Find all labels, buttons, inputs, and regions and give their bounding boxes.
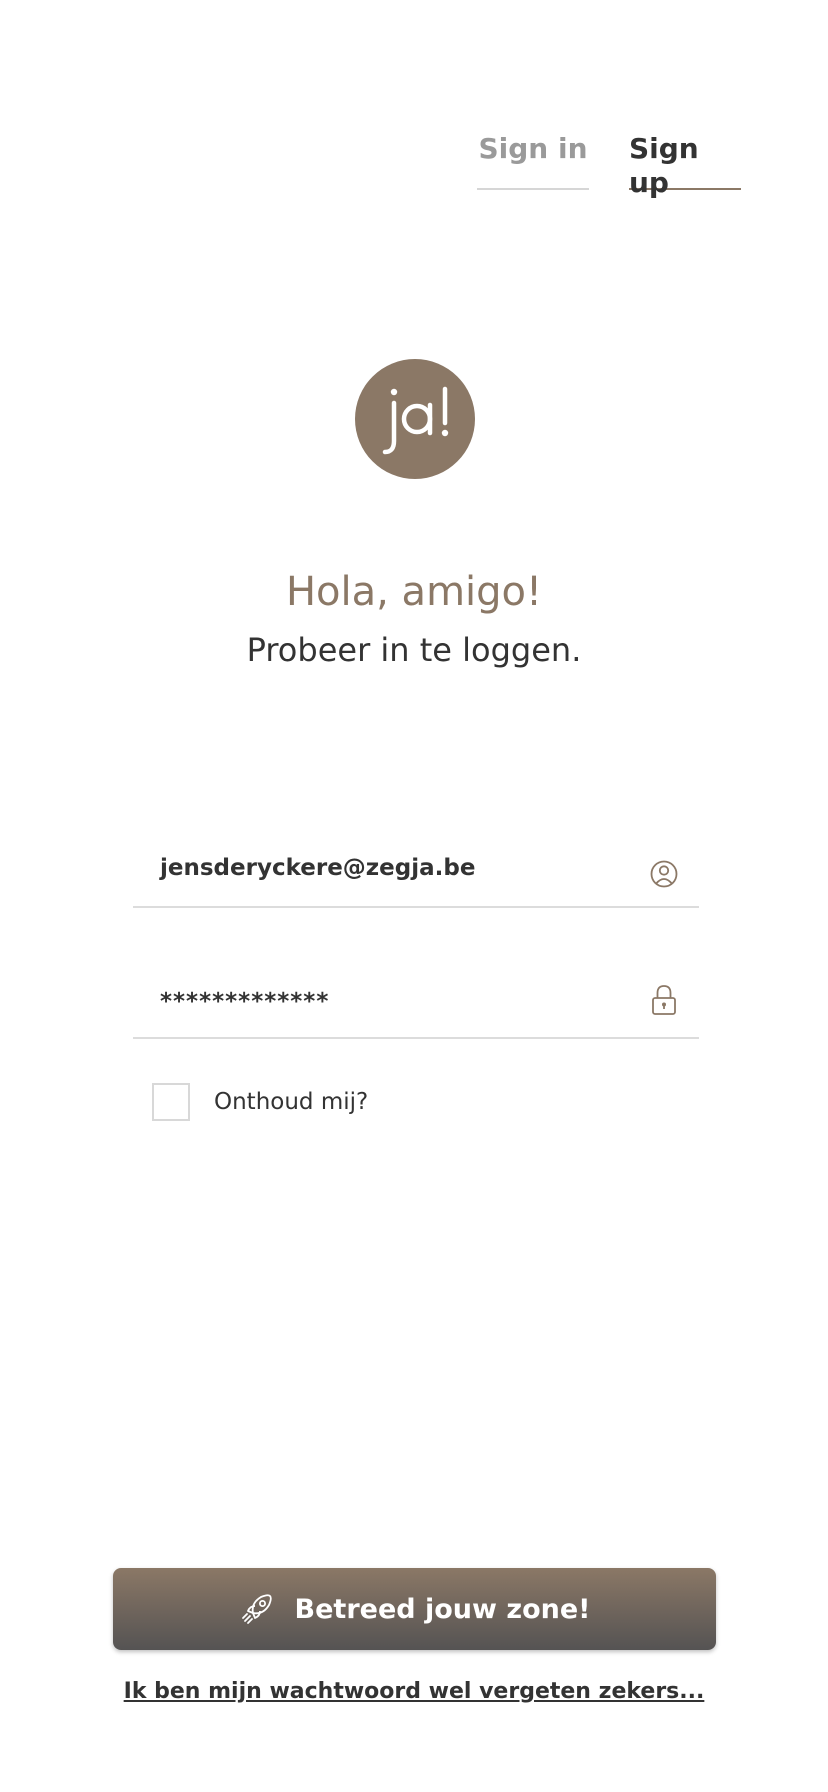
tab-sign-up[interactable]: Sign up bbox=[629, 132, 741, 199]
remember-me-checkbox[interactable] bbox=[152, 1083, 190, 1121]
ja-logo-icon bbox=[355, 359, 475, 479]
email-field[interactable]: jensderyckere@zegja.be bbox=[133, 845, 699, 908]
rocket-icon bbox=[239, 1591, 275, 1627]
greeting-subtitle: Probeer in te loggen. bbox=[246, 631, 582, 669]
remember-me-label: Onthoud mij? bbox=[214, 1089, 369, 1115]
password-value[interactable]: ************* bbox=[160, 989, 329, 1015]
submit-button[interactable]: Betreed jouw zone! bbox=[113, 1568, 716, 1650]
user-circle-icon bbox=[649, 857, 679, 891]
tab-sign-up-label: Sign up bbox=[629, 132, 699, 199]
remember-me: Onthoud mij? bbox=[152, 1083, 368, 1121]
tab-sign-in-label: Sign in bbox=[478, 132, 588, 165]
password-field[interactable]: ************* bbox=[133, 975, 699, 1039]
greeting-title: Hola, amigo! bbox=[285, 569, 543, 615]
tab-sign-in[interactable]: Sign in bbox=[477, 132, 589, 190]
email-value[interactable]: jensderyckere@zegja.be bbox=[160, 855, 475, 881]
forgot-password-link[interactable]: Ik ben mijn wachtwoord wel vergeten zeke… bbox=[0, 1679, 828, 1704]
submit-button-label: Betreed jouw zone! bbox=[294, 1593, 591, 1625]
padlock-icon bbox=[649, 983, 679, 1017]
